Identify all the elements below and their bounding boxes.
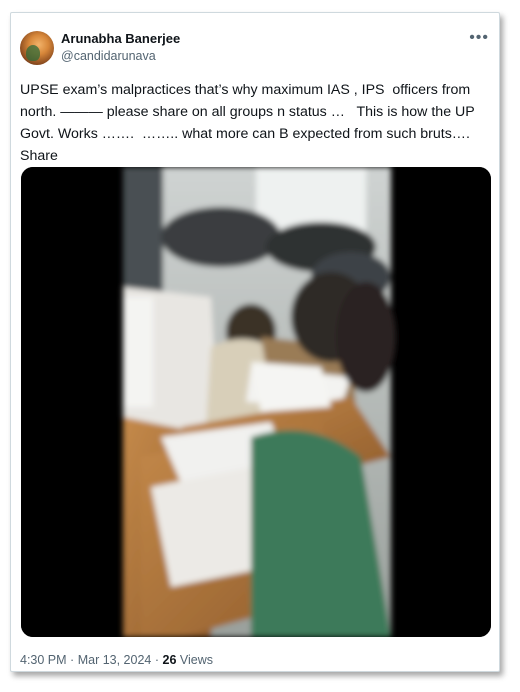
tweet-time[interactable]: 4:30 PM xyxy=(20,653,67,667)
more-options-icon[interactable]: ••• xyxy=(469,29,489,47)
tweet-text: UPSE exam’s malpractices that’s why maxi… xyxy=(20,82,479,164)
views-count: 26 xyxy=(162,653,177,667)
meta-separator: · xyxy=(70,653,75,667)
video-frame-illustration xyxy=(21,167,491,637)
meta-separator-2: · xyxy=(154,653,160,667)
avatar[interactable] xyxy=(20,31,54,65)
tweet-meta: 4:30 PM · Mar 13, 2024 · 26 Views xyxy=(20,653,213,667)
author-handle[interactable]: @candidarunava xyxy=(61,49,156,63)
tweet-card: Arunabha Banerjee @candidarunava ••• UPS… xyxy=(10,12,500,672)
tweet-date[interactable]: Mar 13, 2024 xyxy=(78,653,152,667)
author-name[interactable]: Arunabha Banerjee xyxy=(61,31,180,46)
tweet-video[interactable] xyxy=(21,167,491,637)
views-label: Views xyxy=(179,653,214,667)
